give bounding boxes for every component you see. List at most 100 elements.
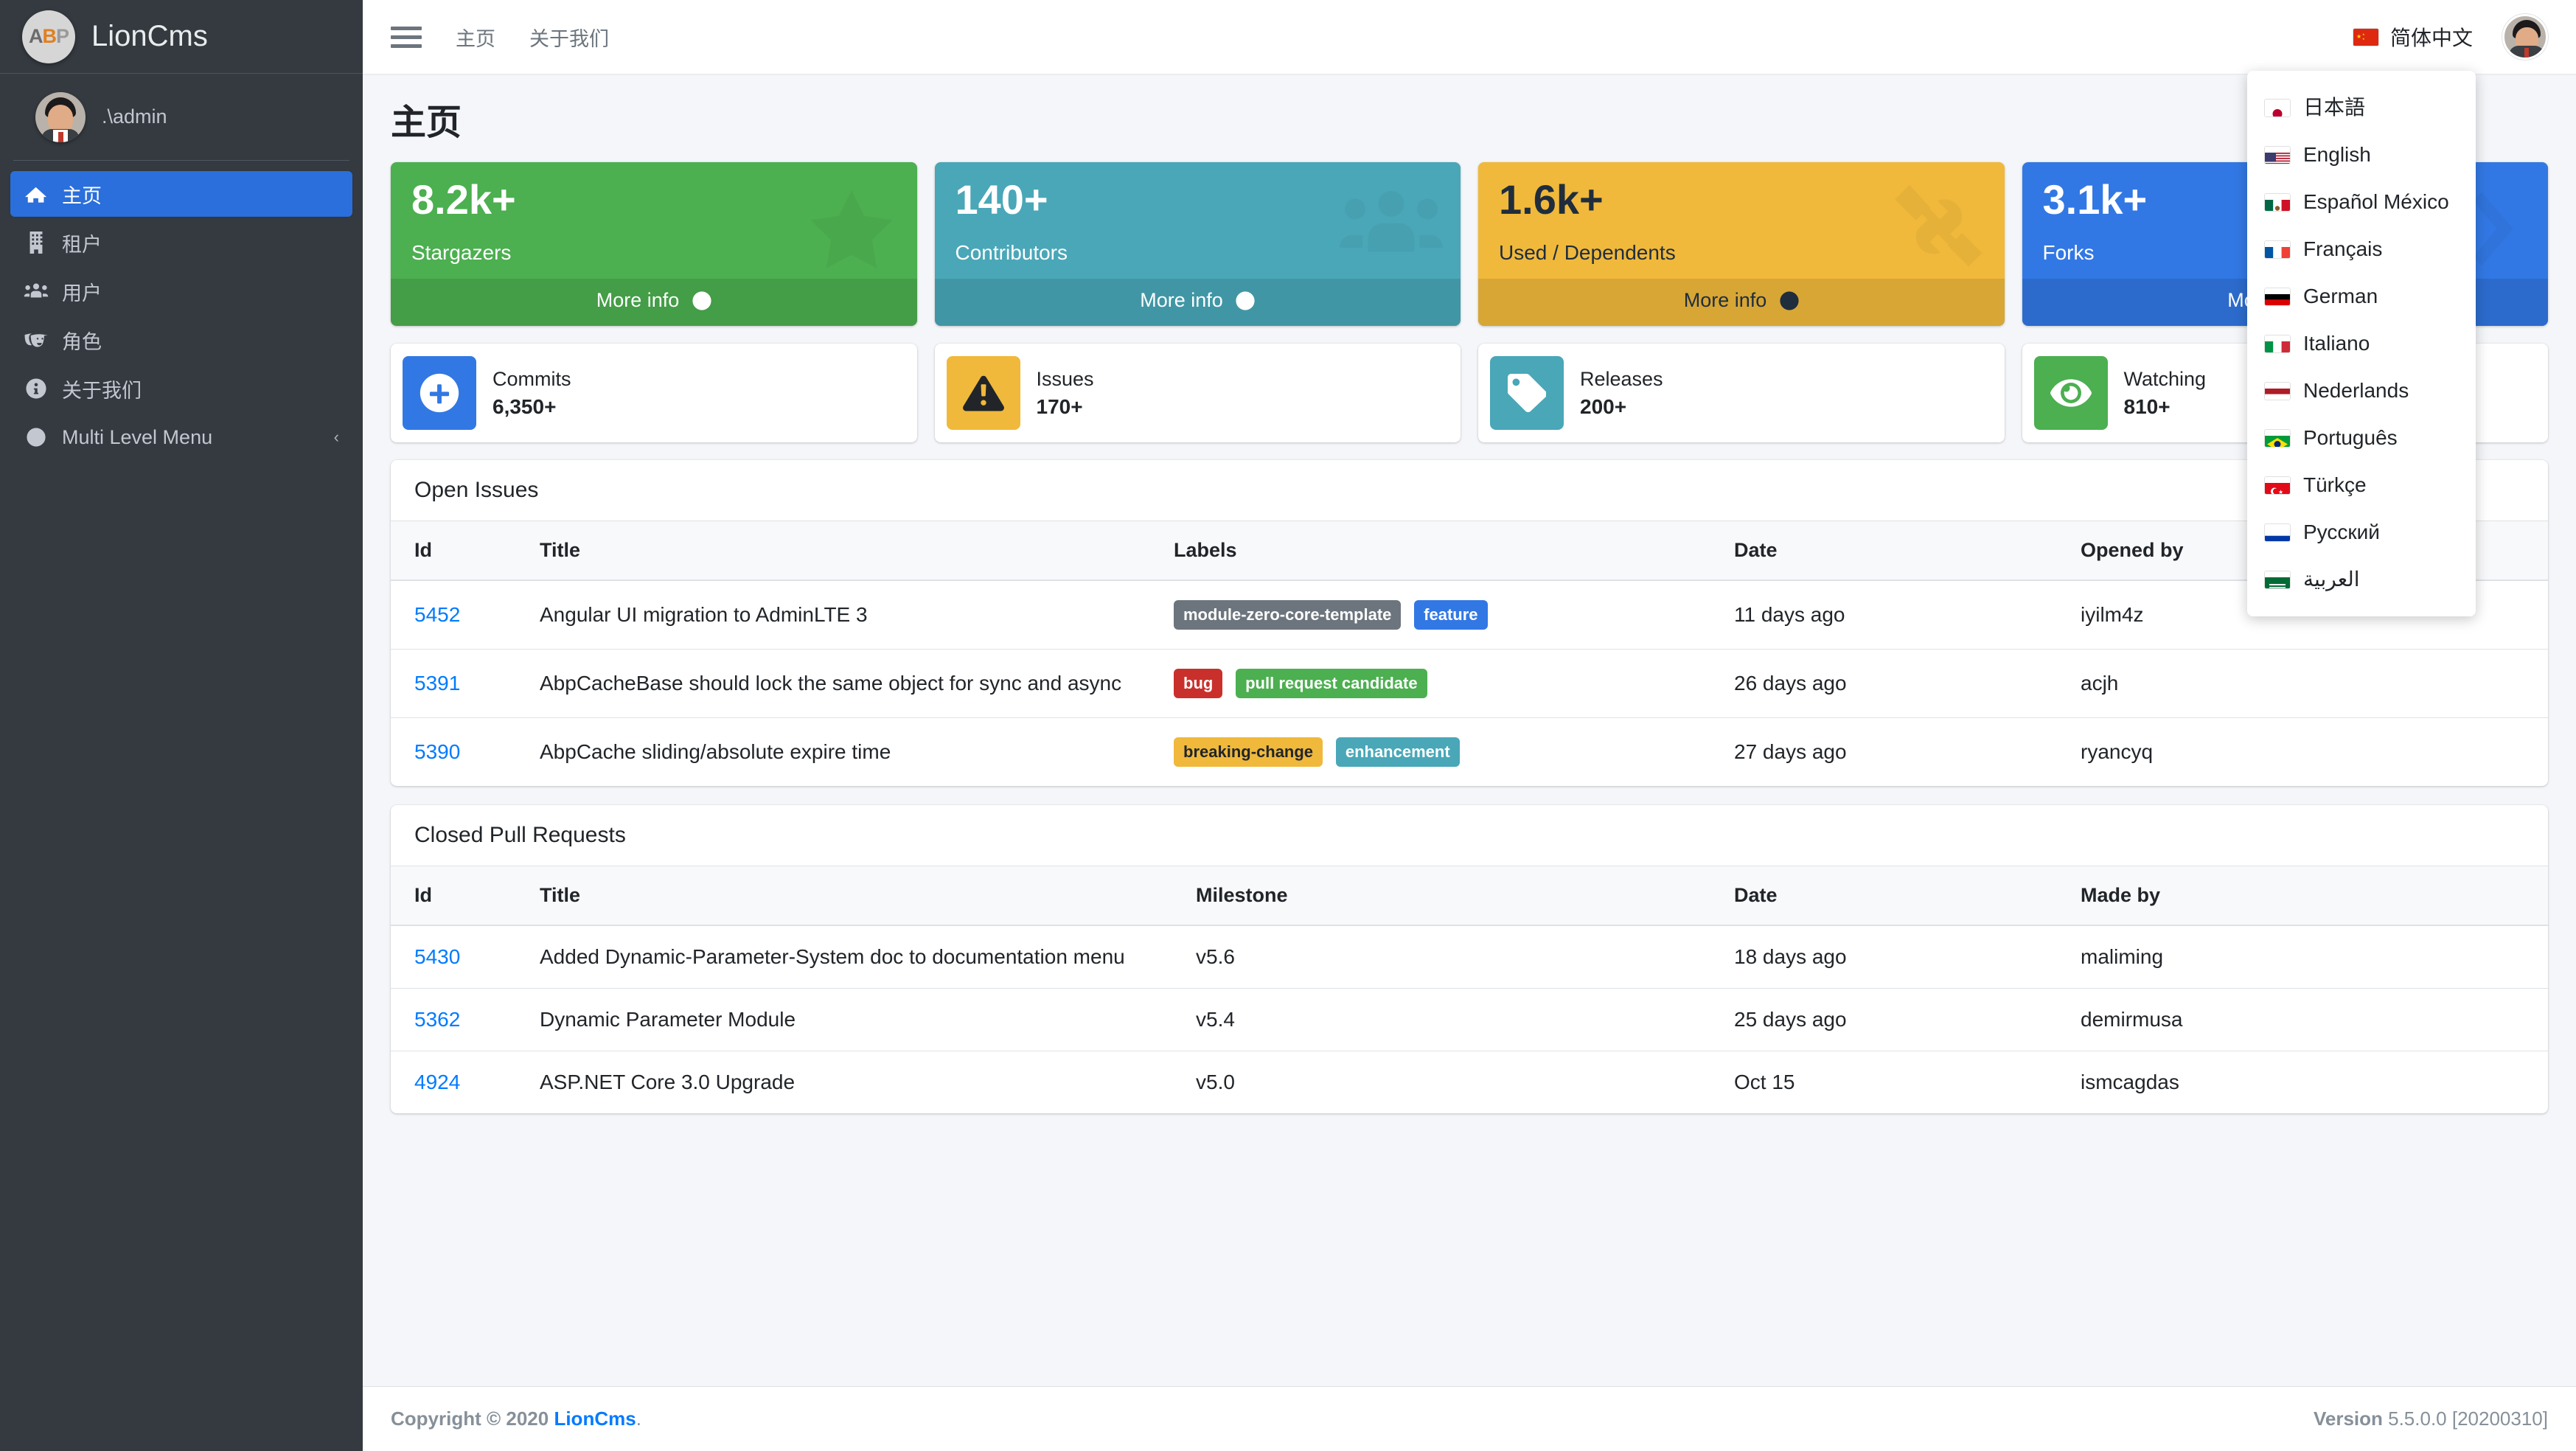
sidebar-item-tenants[interactable]: 租户 [10, 220, 352, 265]
footer-copyright: Copyright © 2020 LionCms. [391, 1407, 641, 1430]
label-badge: module-zero-core-template [1174, 600, 1402, 630]
language-option-ru[interactable]: Русский [2247, 509, 2476, 556]
language-option-de[interactable]: German [2247, 273, 2476, 320]
arrow-circle-right-icon [1780, 291, 1799, 316]
pr-date: 18 days ago [1710, 925, 2057, 989]
column-header-made-by: Made by [2057, 866, 2548, 926]
navbar-link-home[interactable]: 主页 [456, 23, 495, 52]
sidebar-item-roles[interactable]: 角色 [10, 317, 352, 363]
footer-version-value: 5.5.0.0 [20200310] [2388, 1407, 2548, 1430]
language-option-label: German [2303, 285, 2378, 307]
issue-id-link[interactable]: 5390 [414, 740, 460, 763]
open-issues-card: Open Issues Id Title Labels Date Opened … [391, 460, 2548, 786]
logo-letter-b: B [42, 25, 56, 47]
language-option-label: 日本語 [2303, 96, 2366, 119]
issue-id-link[interactable]: 5391 [414, 672, 460, 695]
info-box-number: 170+ [1036, 394, 1083, 418]
sidebar-item-users[interactable]: 用户 [10, 268, 352, 314]
theater-masks-icon [24, 330, 49, 349]
navbar-right: ★ ★ ★ 简体中文 [2353, 14, 2548, 60]
language-option-label: Português [2303, 426, 2398, 449]
sidebar-item-multi-level-menu[interactable]: Multi Level Menu ‹ [10, 414, 352, 460]
admin-dashboard: ABP LionCms .\admin 主页 租户 用户 角色 关于我们 Mul… [0, 0, 2576, 1451]
language-selector[interactable]: ★ ★ ★ 简体中文 [2353, 22, 2473, 52]
issue-opened-by: acjh [2057, 649, 2548, 718]
star-icon [804, 183, 899, 279]
stat-card-used-dependents: 1.6k+ Used / Dependents More info [1478, 162, 2005, 326]
flag-jp-icon [2265, 100, 2290, 116]
open-issues-title: Open Issues [414, 478, 539, 502]
column-header-id: Id [391, 866, 516, 926]
info-circle-icon [24, 378, 49, 399]
sidebar-item-about[interactable]: 关于我们 [10, 366, 352, 411]
language-option-fr[interactable]: Français [2247, 226, 2476, 273]
flag-fr-icon [2265, 241, 2290, 258]
logo-letter-a: A [28, 25, 43, 47]
flag-br-icon [2265, 430, 2290, 447]
eye-icon [2033, 356, 2108, 430]
table-row: 5390 AbpCache sliding/absolute expire ti… [391, 717, 2548, 786]
avatar[interactable] [2502, 14, 2548, 60]
open-issues-table: Id Title Labels Date Opened by 5452 Angu… [391, 521, 2548, 786]
flag-de-icon [2265, 288, 2290, 305]
plus-circle-icon [403, 356, 476, 430]
building-icon [24, 232, 49, 254]
pr-date: 25 days ago [1710, 988, 2057, 1051]
home-icon [24, 183, 49, 205]
stat-card-more-link[interactable]: More info [391, 279, 917, 326]
sidebar-item-label: 用户 [62, 282, 102, 305]
navbar-link-about[interactable]: 关于我们 [529, 23, 609, 52]
language-option-ja[interactable]: 日本語 [2247, 84, 2476, 131]
language-option-pt[interactable]: Português [2247, 414, 2476, 462]
language-option-label: Türkçe [2303, 473, 2367, 496]
stat-card-more-link[interactable]: More info [1478, 279, 2005, 326]
menu-icon[interactable] [391, 26, 422, 48]
pr-id-link[interactable]: 4924 [414, 1071, 460, 1093]
label-badge: feature [1414, 600, 1488, 630]
info-box-label: Watching [2123, 367, 2207, 390]
main-area: 主页 关于我们 ★ ★ ★ 简体中文 日本語 English Español M… [363, 0, 2576, 1451]
language-option-nl[interactable]: Nederlands [2247, 367, 2476, 414]
sidebar-item-label: 角色 [62, 330, 102, 353]
footer-brand-link[interactable]: LionCms [554, 1407, 636, 1430]
users-icon [24, 282, 49, 301]
brand-title: LionCms [91, 20, 208, 52]
language-option-it[interactable]: Italiano [2247, 320, 2476, 367]
info-box-number: 6,350+ [492, 394, 557, 418]
language-option-es-mx[interactable]: Español México [2247, 178, 2476, 226]
info-box-number: 810+ [2123, 394, 2171, 418]
closed-pull-requests-card: Closed Pull Requests Id Title Milestone … [391, 805, 2548, 1113]
flag-sa-icon [2265, 571, 2290, 588]
issue-title: AbpCache sliding/absolute expire time [516, 717, 1150, 786]
table-row: 5362 Dynamic Parameter Module v5.4 25 da… [391, 988, 2548, 1051]
abp-logo-icon: ABP [22, 10, 75, 63]
stat-card-more-label: More info [596, 289, 680, 311]
issue-id-link[interactable]: 5452 [414, 603, 460, 626]
language-dropdown-menu: 日本語 English Español México Français Germ… [2247, 71, 2476, 616]
info-boxes-row: Commits 6,350+ Issues 170+ Releases 200+… [391, 344, 2548, 442]
language-option-label: Nederlands [2303, 379, 2409, 402]
sidebar-username: .\admin [102, 105, 167, 128]
flag-mx-icon [2265, 194, 2290, 211]
language-option-ar[interactable]: العربية [2247, 556, 2476, 603]
sidebar-item-home[interactable]: 主页 [10, 171, 352, 217]
arrow-circle-right-icon [1236, 291, 1255, 316]
pr-title: ASP.NET Core 3.0 Upgrade [516, 1051, 1172, 1113]
label-badge: breaking-change [1174, 737, 1323, 767]
users-icon [1340, 183, 1443, 270]
info-box-label: Releases [1580, 367, 1663, 390]
stat-card-more-label: More info [1683, 289, 1767, 311]
language-option-tr[interactable]: ★ Türkçe [2247, 462, 2476, 509]
svg-text:★: ★ [2356, 33, 2361, 40]
stat-card-more-link[interactable]: More info [934, 279, 1461, 326]
language-option-en[interactable]: English [2247, 131, 2476, 178]
flag-tr-icon: ★ [2265, 477, 2290, 494]
language-option-label: Français [2303, 237, 2383, 260]
sidebar-user-panel[interactable]: .\admin [13, 74, 349, 161]
pr-id-link[interactable]: 5430 [414, 945, 460, 968]
logo-letter-p: P [55, 25, 69, 47]
column-header-title: Title [516, 521, 1150, 581]
pr-id-link[interactable]: 5362 [414, 1008, 460, 1031]
brand-link[interactable]: ABP LionCms [0, 0, 363, 74]
circle-icon [24, 428, 49, 447]
